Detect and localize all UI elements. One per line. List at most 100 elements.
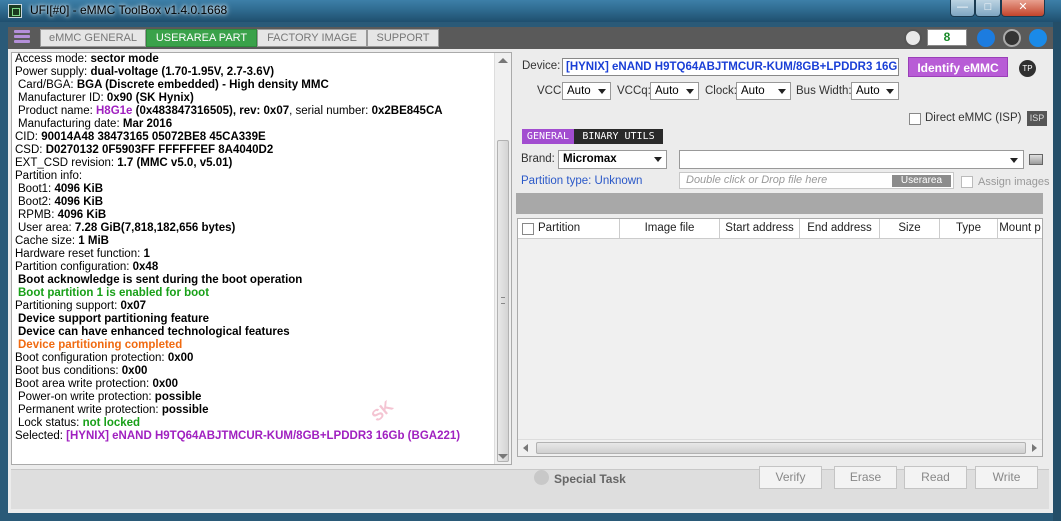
info-line: Partitioning support: 0x07 — [15, 300, 147, 312]
title-bar: UFI[#0] - eMMC ToolBox v1.4.0.1668 — □ ✕ — [0, 0, 1061, 22]
partition-type-label: Partition type: Unknown — [521, 175, 643, 187]
identify-emmc-button[interactable]: Identify eMMC — [908, 57, 1008, 77]
window-title: UFI[#0] - eMMC ToolBox v1.4.0.1668 — [30, 3, 228, 17]
close-button[interactable]: ✕ — [1001, 0, 1045, 17]
info-line: Power-on write protection: possible — [18, 391, 202, 403]
info-line: Device partitioning completed — [18, 339, 183, 351]
scroll-right-arrow-icon[interactable] — [1032, 444, 1037, 452]
device-counter: 8 — [927, 29, 967, 46]
vcc-select[interactable]: Auto — [562, 82, 611, 100]
info-line: Partition info: — [15, 170, 83, 182]
info-line: Access mode: sector mode — [15, 53, 159, 65]
table-scrollbar[interactable] — [518, 439, 1042, 456]
app-icon — [8, 4, 22, 18]
info-line: Product name: H8G1e (0x483847316505), re… — [18, 105, 443, 117]
info-line: EXT_CSD revision: 1.7 (MMC v5.0, v5.01) — [15, 157, 233, 169]
userarea-panel: Device: [HYNIX] eNAND H9TQ64ABJTMCUR-KUM… — [516, 52, 1051, 489]
info-line: Boot bus conditions: 0x00 — [15, 365, 148, 377]
userarea-tag: Userarea — [892, 175, 951, 187]
info-line: Boot partition 1 is enabled for boot — [18, 287, 210, 299]
isp-badge: ISP — [1027, 111, 1047, 126]
info-line: Partition configuration: 0x48 — [15, 261, 159, 273]
assign-images-checkbox[interactable] — [961, 176, 973, 188]
scroll-thumb[interactable] — [497, 140, 509, 462]
select-all-checkbox[interactable] — [522, 223, 534, 235]
direct-emmc-label: Direct eMMC (ISP) — [925, 112, 1022, 124]
tab-support[interactable]: SUPPORT — [367, 29, 439, 47]
tp-button[interactable]: TP — [1019, 60, 1036, 77]
table-header: Partition Image file Start address End a… — [518, 219, 1042, 239]
info-line: Manufacturer ID: 0x90 (SK Hynix) — [18, 92, 194, 104]
info-icon[interactable] — [1003, 29, 1021, 47]
info-line: RPMB: 4096 KiB — [18, 209, 107, 221]
info-line: CSD: D0270132 0F5903FF FFFFFFEF 8A4040D2 — [15, 144, 274, 156]
info-line: Boot area write protection: 0x00 — [15, 378, 179, 390]
vccq-label: VCCq: — [617, 85, 651, 97]
bus-width-select[interactable]: Auto — [851, 82, 899, 100]
network-icon[interactable] — [904, 29, 922, 47]
verify-button[interactable]: Verify — [759, 466, 822, 489]
info-line: Selected: [HYNIX] eNAND H9TQ64ABJTMCUR-K… — [15, 430, 461, 442]
special-task-icon — [534, 470, 549, 485]
assign-images-label: Assign images — [978, 176, 1050, 188]
special-task-label[interactable]: Special Task — [554, 472, 626, 486]
scroll-up-arrow-icon[interactable] — [498, 58, 508, 63]
info-line: User area: 7.28 GiB(7,818,182,656 bytes) — [18, 222, 236, 234]
brand-label: Brand: — [521, 153, 555, 165]
info-line: Boot2: 4096 KiB — [18, 196, 104, 208]
info-scrollbar[interactable] — [494, 53, 511, 464]
brand-select[interactable]: Micromax — [558, 150, 667, 169]
table-scroll-thumb[interactable] — [536, 442, 1026, 454]
desktop-background — [1053, 22, 1061, 521]
info-line: Device can have enhanced technological f… — [18, 326, 290, 338]
tab-bar: eMMC GENERAL USERAREA PART FACTORY IMAGE… — [8, 27, 1053, 49]
scroll-left-arrow-icon[interactable] — [523, 444, 528, 452]
info-line: Manufacturing date: Mar 2016 — [18, 118, 173, 130]
subtab-binary-utils[interactable]: BINARY UTILS — [574, 129, 663, 144]
device-field[interactable]: [HYNIX] eNAND H9TQ64ABJTMCUR-KUM/8GB+LPD… — [562, 58, 899, 76]
info-line: Boot configuration protection: 0x00 — [15, 352, 194, 364]
info-line: Device support partitioning feature — [18, 313, 210, 325]
column-size[interactable]: Size — [880, 219, 940, 238]
clock-select[interactable]: Auto — [736, 82, 791, 100]
column-partition[interactable]: Partition — [536, 219, 620, 238]
column-end-address[interactable]: End address — [800, 219, 880, 238]
subtab-general[interactable]: GENERAL — [522, 129, 574, 144]
tab-emmc-general[interactable]: eMMC GENERAL — [40, 29, 146, 47]
model-select[interactable] — [679, 150, 1024, 169]
partition-toolbar — [516, 193, 1043, 214]
menu-icon[interactable] — [14, 30, 30, 46]
erase-button[interactable]: Erase — [834, 466, 897, 489]
info-line: Power supply: dual-voltage (1.70-1.95V, … — [15, 66, 275, 78]
folder-icon[interactable] — [1029, 154, 1043, 165]
info-line: Lock status: not locked — [18, 417, 141, 429]
column-type[interactable]: Type — [940, 219, 998, 238]
direct-emmc-checkbox[interactable] — [909, 113, 921, 125]
write-button[interactable]: Write — [975, 466, 1038, 489]
info-line: CID: 90014A48 38473165 05072BE8 45CA339E — [15, 131, 266, 143]
read-button[interactable]: Read — [904, 466, 967, 489]
vcc-label: VCC: — [537, 85, 565, 97]
partition-table: Partition Image file Start address End a… — [517, 218, 1043, 457]
info-line: Boot1: 4096 KiB — [18, 183, 104, 195]
vccq-select[interactable]: Auto — [650, 82, 699, 100]
tab-userarea-part[interactable]: USERAREA PART — [146, 29, 257, 47]
download-icon[interactable] — [977, 29, 995, 47]
column-image-file[interactable]: Image file — [620, 219, 720, 238]
clock-label: Clock: — [705, 85, 737, 97]
column-start-address[interactable]: Start address — [720, 219, 800, 238]
column-mount-point[interactable]: Mount p — [998, 219, 1042, 238]
info-line: Card/BGA: BGA (Discrete embedded) - High… — [18, 79, 329, 91]
device-info-text: Access mode: sector mode Power supply: d… — [15, 53, 493, 443]
minimize-button[interactable]: — — [950, 0, 975, 17]
info-line: Cache size: 1 MiB — [15, 235, 109, 247]
maximize-button[interactable]: □ — [975, 0, 1001, 17]
settings-gear-icon[interactable] — [1029, 29, 1047, 47]
device-label: Device: — [522, 60, 561, 72]
info-line: Hardware reset function: 1 — [15, 248, 150, 260]
device-info-panel: Access mode: sector mode Power supply: d… — [11, 52, 512, 465]
bus-width-label: Bus Width: — [796, 85, 852, 97]
tab-factory-image[interactable]: FACTORY IMAGE — [257, 29, 367, 47]
info-line: Permanent write protection: possible — [18, 404, 209, 416]
scroll-down-arrow-icon[interactable] — [498, 454, 508, 459]
